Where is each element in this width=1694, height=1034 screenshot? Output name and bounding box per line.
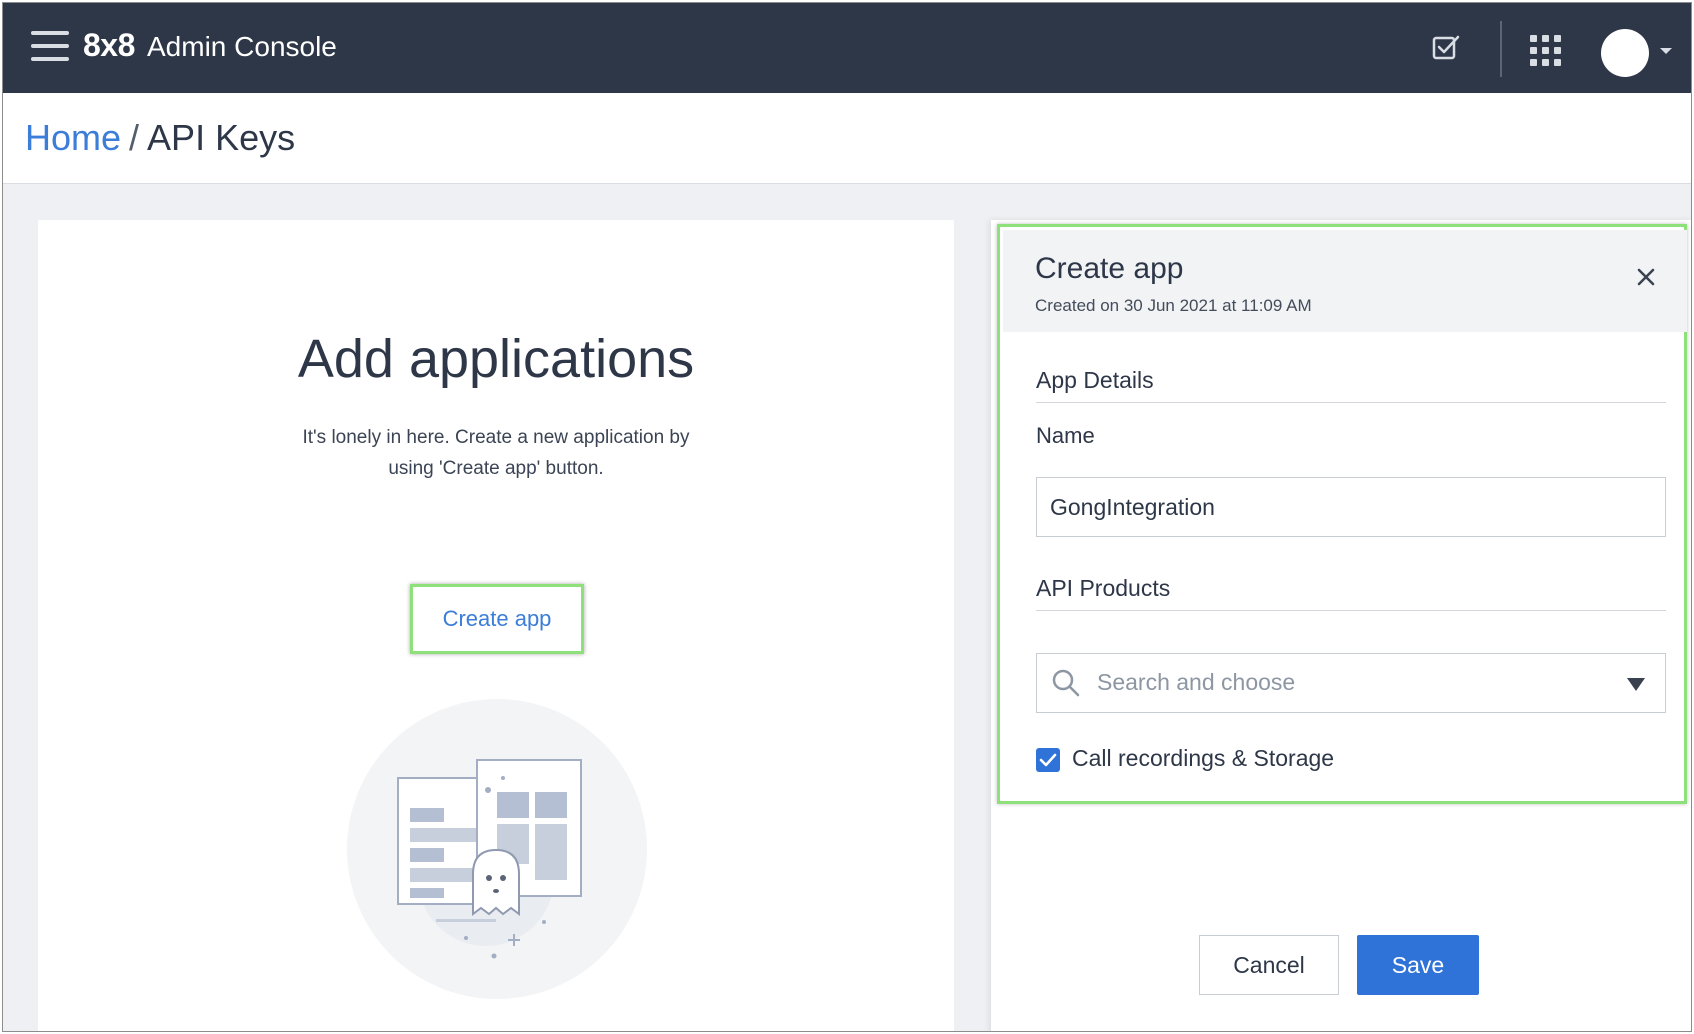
dropdown-arrow-icon[interactable] — [1627, 678, 1645, 691]
name-input[interactable] — [1036, 477, 1666, 537]
name-label: Name — [1036, 423, 1095, 448]
app-details-heading: App Details — [1036, 367, 1154, 393]
empty-state-title: Add applications — [297, 329, 695, 389]
checkmark-icon — [1039, 753, 1057, 767]
search-icon — [1052, 669, 1080, 697]
breadcrumb-home-link[interactable]: Home — [25, 117, 121, 158]
create-app-panel: Create app Created on 30 Jun 2021 at 11:… — [991, 220, 1691, 1031]
chevron-down-icon[interactable] — [1660, 48, 1672, 54]
brand-logo: 8x8 — [83, 27, 135, 63]
call-recordings-label[interactable]: Call recordings & Storage — [1072, 745, 1334, 772]
tasks-checkbox-icon[interactable] — [1431, 33, 1461, 63]
api-products-heading: API Products — [1036, 575, 1171, 601]
close-icon[interactable] — [1635, 266, 1657, 288]
select-placeholder: Search and choose — [1097, 669, 1296, 695]
app-frame: 8x8 Admin Console Home / API Keys Add appl… — [2, 2, 1692, 1032]
breadcrumb-separator: / — [129, 117, 140, 158]
empty-state-description: It's lonely in here. Create a new applic… — [302, 427, 690, 479]
user-avatar[interactable] — [1601, 29, 1649, 77]
cancel-button[interactable]: Cancel — [1199, 935, 1339, 995]
app-launcher-icon[interactable] — [1530, 35, 1562, 67]
top-bar: 8x8 Admin Console — [3, 3, 1691, 93]
empty-ghost-illustration — [347, 699, 647, 999]
panel-title: Create app — [1035, 252, 1184, 285]
breadcrumb-current: API Keys — [147, 117, 296, 158]
api-products-select[interactable]: Search and choose — [1036, 653, 1666, 713]
api-products-divider — [1036, 610, 1666, 611]
header-divider — [1500, 21, 1502, 77]
empty-state-card: Add applications It's lonely in here. Cr… — [38, 220, 954, 1031]
breadcrumb: Home / API Keys — [25, 117, 295, 159]
create-app-highlight: Create app — [410, 584, 584, 654]
app-title: Admin Console — [147, 31, 337, 62]
create-app-button[interactable]: Create app — [413, 587, 581, 651]
app-details-divider — [1036, 402, 1666, 403]
call-recordings-checkbox[interactable] — [1036, 748, 1060, 772]
save-button[interactable]: Save — [1357, 935, 1479, 995]
panel-highlight: Create app Created on 30 Jun 2021 at 11:… — [997, 224, 1687, 804]
panel-header: Create app Created on 30 Jun 2021 at 11:… — [1003, 230, 1687, 332]
panel-created-date: Created on 30 Jun 2021 at 11:09 AM — [1035, 296, 1312, 315]
menu-icon[interactable] — [31, 31, 69, 61]
breadcrumb-bar: Home / API Keys — [3, 93, 1691, 184]
